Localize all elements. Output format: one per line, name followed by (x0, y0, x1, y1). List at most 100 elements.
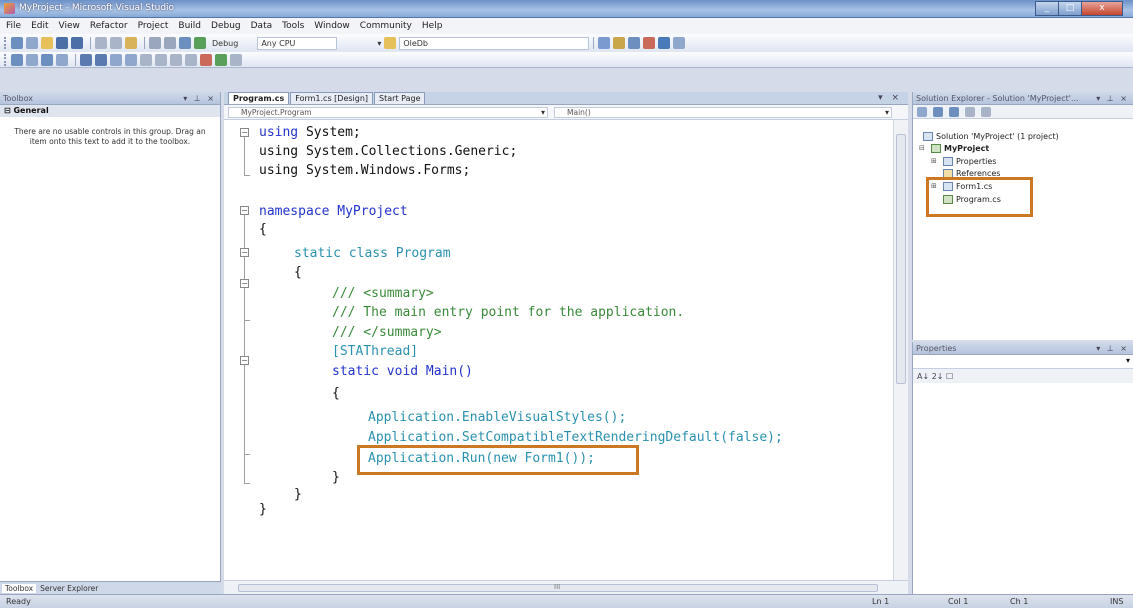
tab-toolbox[interactable]: Toolbox (2, 583, 37, 593)
close-button[interactable]: x (1081, 1, 1123, 16)
toolbox-window-icon[interactable] (643, 37, 656, 49)
collapse-icon[interactable]: − (240, 128, 249, 137)
snippet-icon[interactable] (200, 53, 212, 66)
save-icon[interactable] (56, 37, 68, 49)
tab-start-page[interactable]: Start Page (374, 92, 426, 104)
text-editor-toolbar (0, 52, 1133, 68)
toolbox-header-controls[interactable]: ▾ ⊥ × (183, 92, 216, 105)
member-dropdown[interactable]: Main() (554, 107, 892, 118)
solution-config-combo[interactable]: Debug (212, 39, 238, 48)
tab-server-explorer[interactable]: Server Explorer (40, 584, 98, 593)
view-designer-icon[interactable] (981, 106, 991, 117)
refresh-icon[interactable] (949, 106, 959, 117)
clear-bookmarks-icon[interactable] (185, 53, 197, 66)
menu-debug[interactable]: Debug (211, 21, 241, 31)
quick-info-icon[interactable] (41, 53, 53, 66)
solution-explorer-header: Solution Explorer - Solution 'MyProject'… (913, 92, 1133, 105)
increase-indent-icon[interactable] (95, 53, 107, 66)
find-combo[interactable]: OleDb (399, 36, 590, 50)
minimize-button[interactable]: _ (1035, 1, 1059, 16)
toolbar-grip[interactable] (4, 53, 7, 66)
find-icon[interactable] (384, 37, 397, 49)
find-in-files-icon[interactable] (598, 37, 611, 49)
collapse-icon[interactable]: − (240, 356, 249, 365)
object-selector[interactable] (913, 355, 1133, 369)
properties-icon[interactable] (917, 106, 927, 117)
toolbox-header: Toolbox ▾ ⊥ × (0, 92, 220, 105)
view-code-icon[interactable] (965, 106, 975, 117)
vertical-scrollbar[interactable] (893, 120, 908, 580)
platform-combo[interactable]: Any CPU (257, 36, 338, 50)
show-all-files-icon[interactable] (933, 106, 943, 117)
maximize-button[interactable]: □ (1058, 1, 1082, 16)
collapse-icon[interactable]: − (240, 279, 249, 288)
start-debug-icon[interactable] (194, 37, 206, 49)
code-line: { (294, 265, 302, 280)
start-page-icon[interactable] (673, 37, 686, 49)
toolbox-empty-message: There are no usable controls in this gro… (14, 127, 206, 146)
navigate-icon[interactable] (179, 37, 191, 49)
outline-end (244, 175, 250, 176)
tab-controls[interactable]: ▾ × (878, 93, 902, 103)
prev-bookmark-icon[interactable] (155, 53, 167, 66)
toolbar-options-icon[interactable] (230, 53, 242, 66)
menu-refactor[interactable]: Refactor (90, 21, 128, 31)
copy-icon[interactable] (110, 37, 122, 49)
horizontal-scrollbar[interactable]: III (224, 580, 908, 594)
object-members-icon[interactable] (11, 53, 23, 66)
uncomment-lines-icon[interactable] (125, 53, 137, 66)
toolbox-group-general[interactable]: ⊟ General (0, 105, 220, 117)
code-text: } (332, 470, 340, 485)
comment-lines-icon[interactable] (110, 53, 122, 66)
new-project-icon[interactable] (11, 37, 23, 49)
tree-properties[interactable]: Properties (943, 157, 996, 166)
bookmark-icon[interactable] (140, 53, 152, 66)
undo-icon[interactable] (149, 37, 161, 49)
menu-community[interactable]: Community (360, 21, 412, 31)
decrease-indent-icon[interactable] (80, 53, 92, 66)
properties-header: Properties ▾ ⊥ × (913, 342, 1133, 355)
menu-help[interactable]: Help (422, 21, 443, 31)
open-file-icon[interactable] (41, 37, 53, 49)
type-dropdown[interactable]: MyProject.Program (228, 107, 548, 118)
collapse-icon[interactable]: − (240, 206, 249, 215)
object-browser-icon[interactable] (628, 37, 641, 49)
code-comment: /// The main entry point for the applica… (332, 305, 684, 320)
collapse-icon[interactable]: − (240, 248, 249, 257)
code-line: } (332, 470, 340, 485)
class-view-icon[interactable] (658, 37, 671, 49)
cut-icon[interactable] (95, 37, 107, 49)
next-bookmark-icon[interactable] (170, 53, 182, 66)
properties-header-controls[interactable]: ▾ ⊥ × (1096, 342, 1129, 355)
menu-window[interactable]: Window (314, 21, 350, 31)
paste-icon[interactable] (125, 37, 137, 49)
menu-project[interactable]: Project (138, 21, 169, 31)
menu-data[interactable]: Data (251, 21, 273, 31)
tree-label: Properties (956, 157, 997, 166)
code-area[interactable]: − − − − − using System; using System.Col… (224, 120, 893, 580)
scroll-thumb[interactable] (896, 134, 906, 384)
toolbar-grip[interactable] (4, 37, 7, 49)
redo-icon[interactable] (164, 37, 176, 49)
expander-icon[interactable]: ⊟ (919, 144, 925, 152)
tab-form1-design[interactable]: Form1.cs [Design] (290, 92, 374, 104)
window-title: MyProject - Microsoft Visual Studio (19, 3, 175, 13)
menu-file[interactable]: File (6, 21, 21, 31)
properties-sort-buttons[interactable]: A↓ 2↓ ☐ (917, 372, 953, 381)
parameter-info-icon[interactable] (26, 53, 38, 66)
save-all-icon[interactable] (71, 37, 83, 49)
tab-program-cs[interactable]: Program.cs (228, 92, 290, 104)
expander-icon[interactable]: ⊞ (931, 157, 937, 165)
tree-solution[interactable]: Solution 'MyProject' (1 project) (923, 132, 1059, 141)
menu-view[interactable]: View (59, 21, 80, 31)
properties-window-icon[interactable] (613, 37, 626, 49)
tree-project[interactable]: MyProject (931, 144, 989, 153)
solution-explorer-header-controls[interactable]: ▾ ⊥ × (1096, 92, 1129, 105)
surround-with-icon[interactable] (215, 53, 227, 66)
window-controls: _ □ x (1035, 1, 1123, 16)
complete-word-icon[interactable] (56, 53, 68, 66)
menu-build[interactable]: Build (178, 21, 201, 31)
menu-tools[interactable]: Tools (282, 21, 304, 31)
add-item-icon[interactable] (26, 37, 38, 49)
menu-edit[interactable]: Edit (31, 21, 48, 31)
